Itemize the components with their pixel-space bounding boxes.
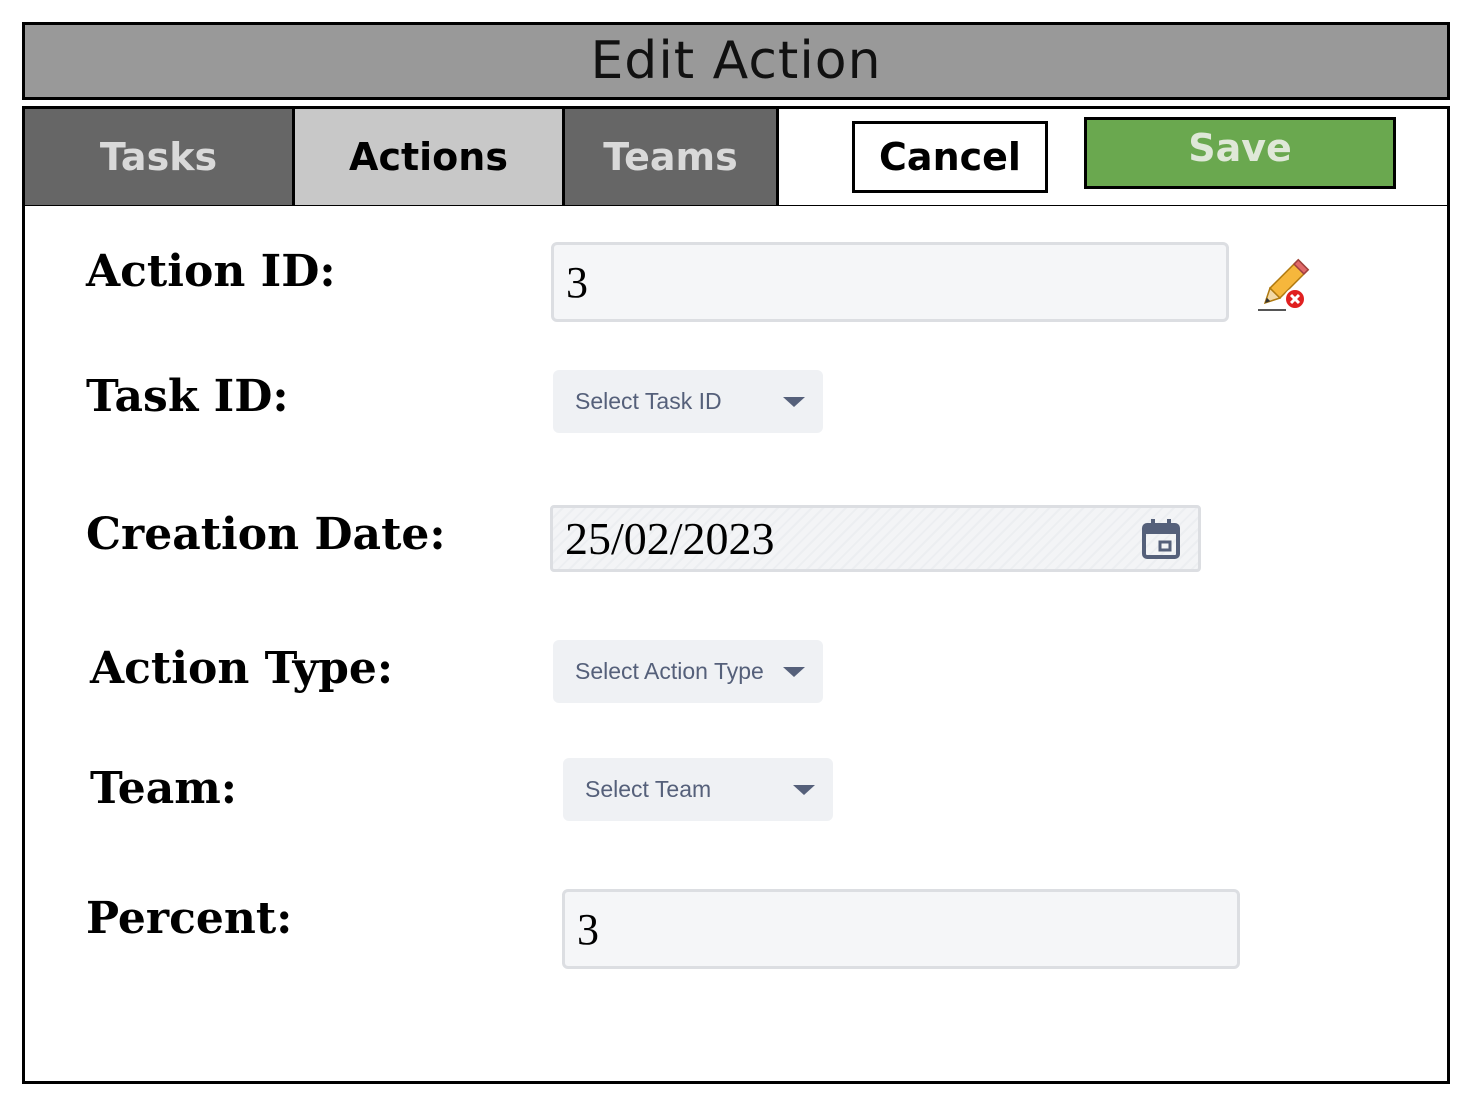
task-id-placeholder: Select Task ID <box>575 388 722 414</box>
cancel-button[interactable]: Cancel <box>852 121 1048 193</box>
team-label: Team: <box>90 763 237 814</box>
team-placeholder: Select Team <box>585 776 712 802</box>
action-type-select[interactable]: Select Action Type <box>553 640 823 703</box>
title-bar: Edit Action <box>22 22 1450 100</box>
tab-label: Tasks <box>99 135 218 179</box>
save-button[interactable]: Save <box>1084 117 1396 189</box>
chevron-down-icon <box>783 396 805 407</box>
percent-label: Percent: <box>86 893 293 944</box>
tab-tasks[interactable]: Tasks <box>25 109 295 205</box>
creation-date-input[interactable]: 25/02/2023 <box>550 505 1201 572</box>
tab-teams[interactable]: Teams <box>565 109 779 205</box>
action-type-label: Action Type: <box>90 643 394 694</box>
task-id-label: Task ID: <box>86 371 289 422</box>
toolbar: Tasks Actions Teams Cancel Save <box>22 106 1450 208</box>
percent-value: 3 <box>577 904 599 954</box>
action-id-label: Action ID: <box>86 246 336 297</box>
percent-input[interactable]: 3 <box>562 889 1240 969</box>
team-select[interactable]: Select Team <box>563 758 833 821</box>
action-id-value: 3 <box>566 257 588 307</box>
calendar-icon[interactable] <box>1142 518 1180 559</box>
creation-date-value: 25/02/2023 <box>565 513 775 564</box>
tab-label: Actions <box>349 135 508 179</box>
chevron-down-icon <box>793 784 815 795</box>
chevron-down-icon <box>783 666 805 677</box>
action-id-input[interactable]: 3 <box>551 242 1229 322</box>
page-title: Edit Action <box>590 31 882 91</box>
tab-actions[interactable]: Actions <box>295 109 565 205</box>
task-id-select[interactable]: Select Task ID <box>553 370 823 433</box>
pencil-delete-icon[interactable] <box>1252 256 1312 316</box>
tab-label: Teams <box>603 135 738 179</box>
action-type-placeholder: Select Action Type <box>575 658 764 684</box>
creation-date-label: Creation Date: <box>86 509 446 560</box>
